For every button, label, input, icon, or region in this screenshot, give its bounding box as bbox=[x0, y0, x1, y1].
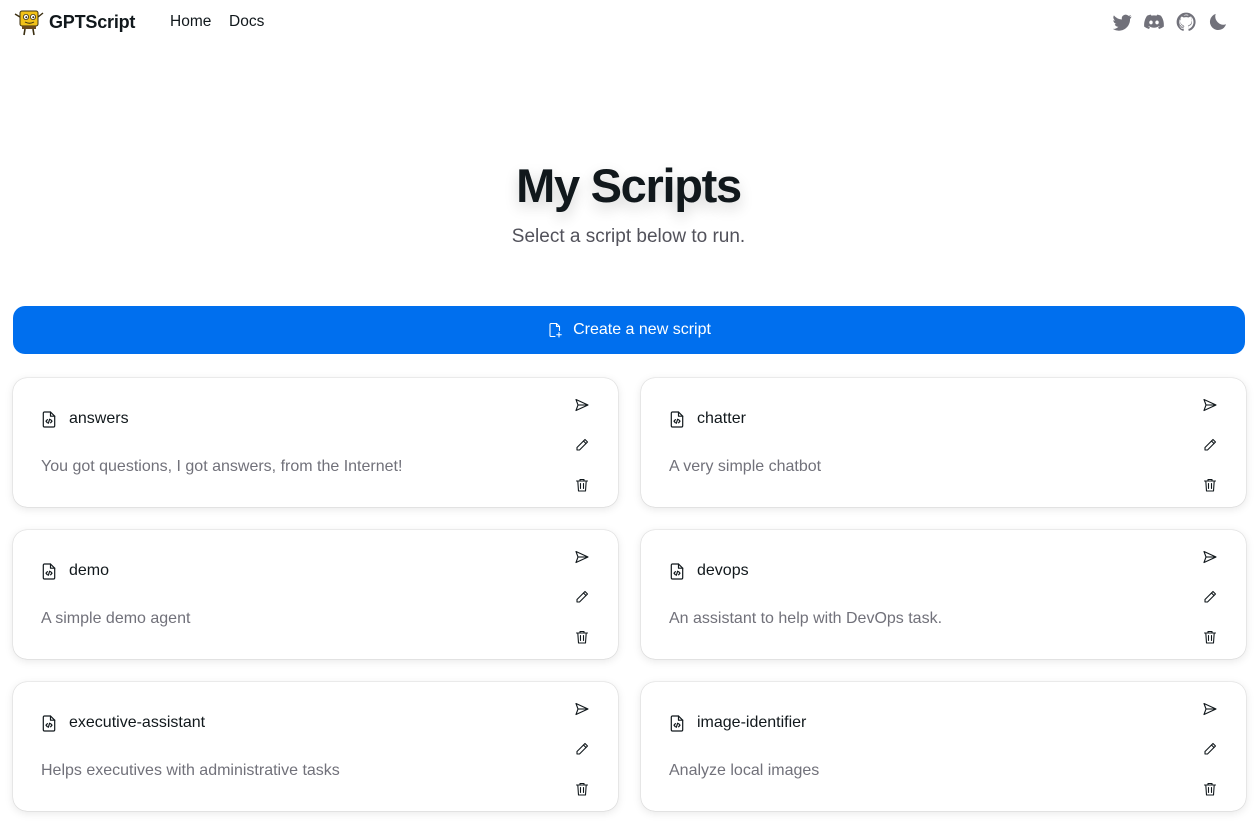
pencil-icon bbox=[1204, 438, 1217, 451]
script-card-header: devops bbox=[669, 562, 749, 580]
brand-logo-link[interactable]: GPTScript bbox=[13, 8, 135, 36]
script-card-header: answers bbox=[41, 410, 129, 428]
script-file-icon bbox=[42, 562, 56, 580]
script-card[interactable]: demo A simple demo agent bbox=[13, 530, 618, 659]
github-icon[interactable] bbox=[1175, 11, 1197, 33]
script-description: Helps executives with administrative tas… bbox=[41, 762, 340, 779]
pencil-icon bbox=[1204, 742, 1217, 755]
trash-icon bbox=[575, 630, 589, 644]
script-card[interactable]: chatter A very simple chatbot bbox=[641, 378, 1246, 507]
script-actions bbox=[570, 697, 594, 817]
script-actions bbox=[570, 393, 594, 513]
script-card[interactable]: image-identifier Analyze local images bbox=[641, 682, 1246, 811]
script-actions bbox=[1198, 545, 1222, 665]
delete-script-button[interactable] bbox=[1198, 777, 1222, 801]
trash-icon bbox=[1203, 478, 1217, 492]
edit-script-button[interactable] bbox=[570, 737, 594, 761]
run-script-button[interactable] bbox=[570, 545, 594, 569]
pencil-icon bbox=[576, 742, 589, 755]
script-card[interactable]: answers You got questions, I got answers… bbox=[13, 378, 618, 507]
script-card-header: image-identifier bbox=[669, 714, 806, 732]
script-card-header: chatter bbox=[669, 410, 746, 428]
script-description: Analyze local images bbox=[669, 762, 820, 779]
pencil-icon bbox=[576, 438, 589, 451]
send-icon bbox=[1203, 398, 1217, 412]
script-file-icon bbox=[670, 410, 684, 428]
script-description: A simple demo agent bbox=[41, 610, 191, 627]
trash-icon bbox=[1203, 782, 1217, 796]
delete-script-button[interactable] bbox=[570, 473, 594, 497]
run-script-button[interactable] bbox=[570, 393, 594, 417]
file-plus-icon bbox=[549, 322, 562, 338]
create-script-label: Create a new script bbox=[573, 321, 711, 338]
script-name: answers bbox=[69, 410, 129, 427]
delete-script-button[interactable] bbox=[1198, 473, 1222, 497]
script-file-icon bbox=[670, 714, 684, 732]
script-actions bbox=[1198, 697, 1222, 817]
script-file-icon bbox=[42, 714, 56, 732]
delete-script-button[interactable] bbox=[1198, 625, 1222, 649]
edit-script-button[interactable] bbox=[1198, 737, 1222, 761]
script-actions bbox=[570, 545, 594, 665]
script-card-header: demo bbox=[41, 562, 109, 580]
edit-script-button[interactable] bbox=[570, 433, 594, 457]
edit-script-button[interactable] bbox=[1198, 433, 1222, 457]
delete-script-button[interactable] bbox=[570, 777, 594, 801]
script-file-icon bbox=[42, 410, 56, 428]
script-card[interactable]: executive-assistant Helps executives wit… bbox=[13, 682, 618, 811]
trash-icon bbox=[575, 478, 589, 492]
send-icon bbox=[575, 702, 589, 716]
create-script-button[interactable]: Create a new script bbox=[13, 306, 1245, 354]
script-name: devops bbox=[697, 562, 749, 579]
gptscript-logo bbox=[14, 10, 44, 36]
script-name: image-identifier bbox=[697, 714, 807, 731]
script-description: An assistant to help with DevOps task. bbox=[669, 610, 943, 627]
trash-icon bbox=[1203, 630, 1217, 644]
script-actions bbox=[1198, 393, 1222, 513]
send-icon bbox=[1203, 550, 1217, 564]
twitter-icon[interactable] bbox=[1111, 11, 1133, 33]
run-script-button[interactable] bbox=[1198, 697, 1222, 721]
edit-script-button[interactable] bbox=[570, 585, 594, 609]
run-script-button[interactable] bbox=[1198, 393, 1222, 417]
script-card-header: executive-assistant bbox=[41, 714, 205, 732]
nav-link-home[interactable]: Home bbox=[170, 13, 211, 31]
discord-icon[interactable] bbox=[1143, 11, 1165, 33]
script-card[interactable]: devops An assistant to help with DevOps … bbox=[641, 530, 1246, 659]
edit-script-button[interactable] bbox=[1198, 585, 1222, 609]
moon-icon[interactable] bbox=[1207, 11, 1229, 33]
script-name: demo bbox=[69, 562, 110, 579]
send-icon bbox=[575, 550, 589, 564]
social-links bbox=[1111, 11, 1229, 33]
brand-name: GPTScript bbox=[49, 11, 136, 32]
delete-script-button[interactable] bbox=[570, 625, 594, 649]
script-name: executive-assistant bbox=[69, 714, 206, 731]
nav-link-docs[interactable]: Docs bbox=[229, 13, 264, 31]
script-name: chatter bbox=[697, 410, 746, 427]
pencil-icon bbox=[576, 590, 589, 603]
page-title: My Scripts bbox=[516, 159, 742, 212]
top-navbar: GPTScript Home Docs bbox=[0, 0, 1257, 44]
trash-icon bbox=[575, 782, 589, 796]
pencil-icon bbox=[1204, 590, 1217, 603]
send-icon bbox=[1203, 702, 1217, 716]
page-subtitle: Select a script below to run. bbox=[511, 226, 746, 247]
run-script-button[interactable] bbox=[1198, 545, 1222, 569]
send-icon bbox=[575, 398, 589, 412]
run-script-button[interactable] bbox=[570, 697, 594, 721]
script-file-icon bbox=[670, 562, 684, 580]
script-description: A very simple chatbot bbox=[669, 458, 822, 475]
script-description: You got questions, I got answers, from t… bbox=[41, 458, 403, 475]
